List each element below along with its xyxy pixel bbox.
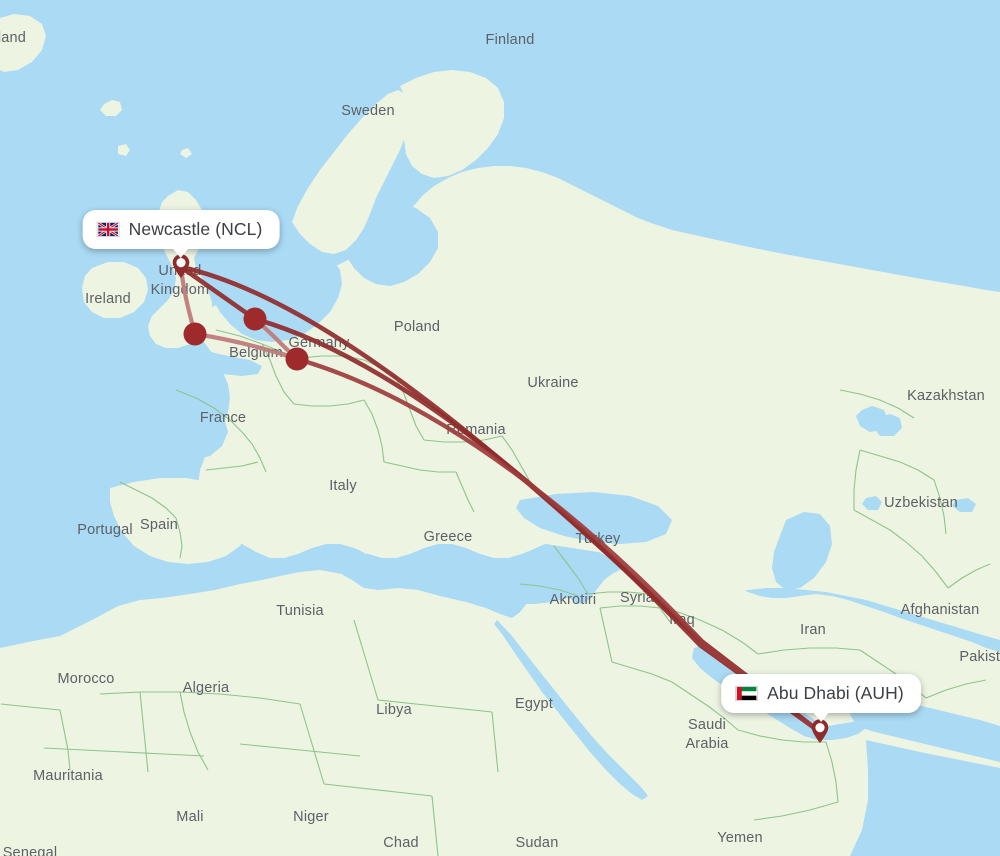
callout-tail bbox=[811, 711, 830, 722]
destination-airport-pin[interactable] bbox=[811, 719, 830, 744]
origin-callout[interactable]: Newcastle (NCL) bbox=[82, 210, 280, 258]
route-via-amsterdam bbox=[178, 264, 258, 322]
flag-gb-icon bbox=[96, 222, 120, 237]
flight-routes-layer bbox=[178, 264, 823, 735]
flight-route-map[interactable]: .land{fill:#edf4e2;} .landdk{fill:#e6f0d… bbox=[0, 0, 1000, 856]
stop-amsterdam[interactable] bbox=[243, 307, 267, 331]
stop-london[interactable] bbox=[183, 322, 207, 346]
destination-callout-label: Abu Dhabi (AUH) bbox=[767, 683, 904, 703]
flag-ae-icon bbox=[735, 686, 759, 701]
destination-callout[interactable]: Abu Dhabi (AUH) bbox=[721, 674, 921, 722]
stop-frankfurt[interactable] bbox=[285, 347, 309, 371]
origin-callout-label: Newcastle (NCL) bbox=[128, 219, 263, 239]
callout-tail bbox=[172, 247, 190, 258]
